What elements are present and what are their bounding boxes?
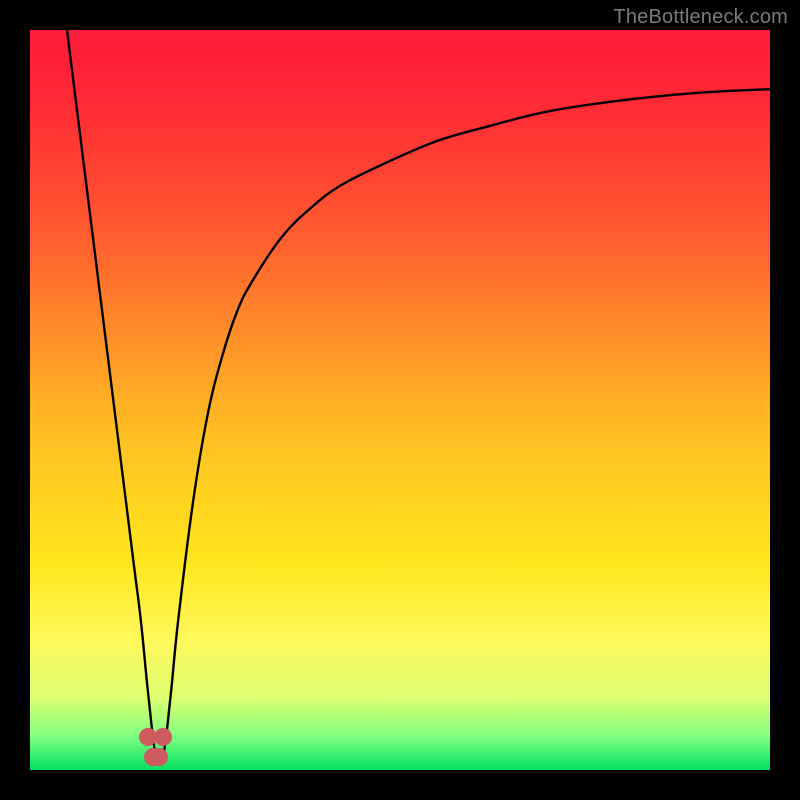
plot-area — [30, 30, 770, 770]
valley-marker — [150, 748, 168, 766]
chart-frame: TheBottleneck.com — [0, 0, 800, 800]
watermark-text: TheBottleneck.com — [613, 6, 788, 29]
bottleneck-curve — [30, 30, 770, 770]
valley-marker — [154, 728, 172, 746]
